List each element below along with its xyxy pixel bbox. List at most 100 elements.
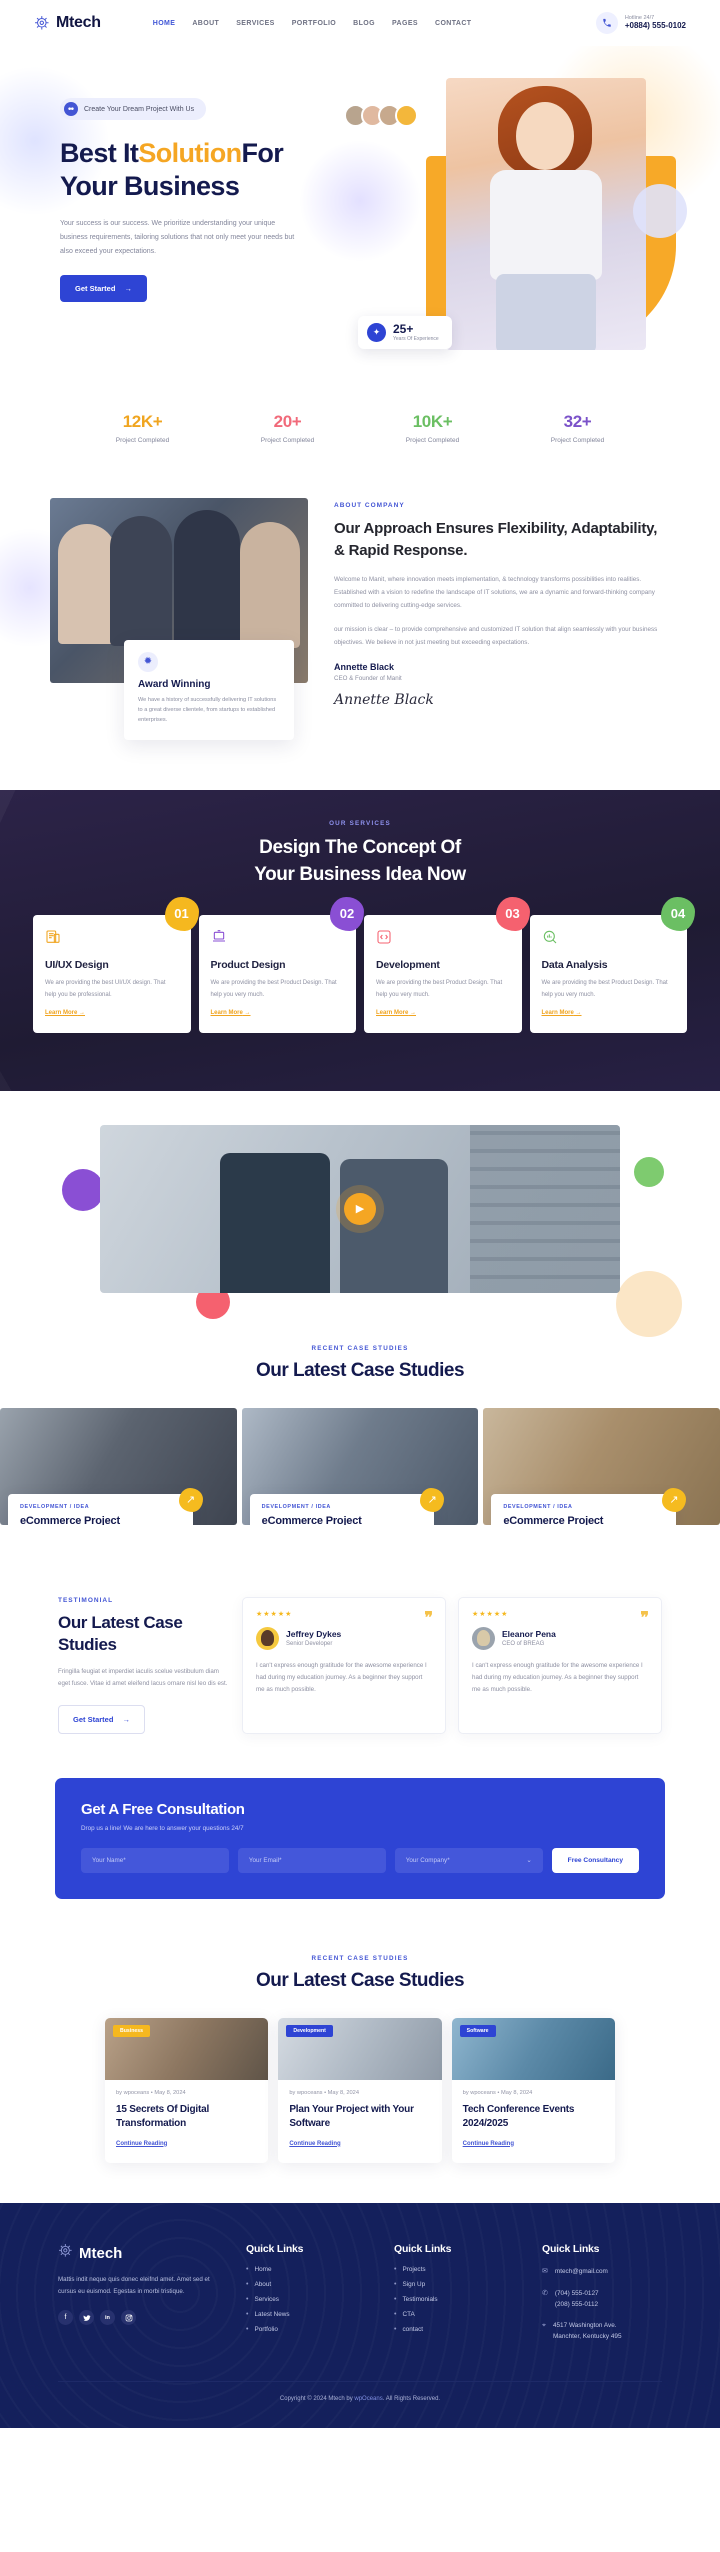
- free-consultancy-button[interactable]: Free Consultancy: [551, 1847, 640, 1873]
- bullet-icon: •: [246, 2295, 249, 2303]
- bullet-icon: •: [246, 2325, 249, 2333]
- footer-link-item[interactable]: • Latest News: [246, 2311, 366, 2318]
- testimonial-get-started-button[interactable]: Get Started →: [58, 1704, 145, 1734]
- case-studies-list: DEVELOPMENT / IDEA eCommerce Project ↗ D…: [0, 1407, 720, 1525]
- copyright-link[interactable]: wpOceans: [354, 2396, 382, 2402]
- footer-link-item[interactable]: • Testimonials: [394, 2296, 514, 2303]
- service-learn-more-link[interactable]: Learn More →: [376, 1010, 416, 1016]
- header-contact[interactable]: Hotline 24/7 +0884) 555-0102: [595, 12, 686, 34]
- play-triangle-icon[interactable]: ▶: [344, 1192, 376, 1225]
- consultation-subtext: Drop us a line! We are here to answer yo…: [81, 1824, 244, 1832]
- nav-item-about[interactable]: ABOUT: [192, 20, 219, 27]
- about-eyebrow: ABOUT COMPANY: [334, 502, 405, 509]
- blog-card[interactable]: Development by wpoceans • May 8, 2024 Pl…: [278, 2017, 442, 2163]
- footer-link-item[interactable]: • contact: [394, 2326, 514, 2333]
- case-study-tag: DEVELOPMENT / IDEA: [503, 1503, 573, 1510]
- hotline-label: Hotline 24/7: [624, 14, 655, 21]
- footer-link-item[interactable]: • Projects: [394, 2266, 514, 2273]
- footer-link-item[interactable]: • Home: [246, 2266, 366, 2273]
- hero-description: Your success is our success. We prioriti…: [60, 219, 295, 255]
- nav-item-services[interactable]: SERVICES: [236, 20, 274, 27]
- hero-title-part1: Best It: [60, 138, 139, 168]
- service-card[interactable]: 04 Data Analysis We are providing the be…: [529, 896, 695, 1033]
- footer-link-item[interactable]: • CTA: [394, 2311, 514, 2318]
- footer-link-item[interactable]: • Portfolio: [246, 2326, 366, 2333]
- video-thumbnail[interactable]: ▶: [100, 1124, 620, 1293]
- testimonial-text: I can't express enough gratitude for the…: [472, 1661, 643, 1694]
- continue-reading-link[interactable]: Continue Reading: [289, 2141, 340, 2147]
- footer-link-item[interactable]: • Sign Up: [394, 2281, 514, 2288]
- testimonial-author: Eleanor Pena CEO of BREAG: [472, 1626, 648, 1650]
- company-select[interactable]: Your Company* ⌄: [394, 1847, 543, 1873]
- case-study-card[interactable]: DEVELOPMENT / IDEA eCommerce Project ↗: [483, 1407, 720, 1525]
- site-header: Mtech HOME ABOUT SERVICES PORTFOLIO BLOG…: [0, 0, 720, 46]
- instagram-icon[interactable]: [121, 2310, 136, 2326]
- arrow-up-right-icon[interactable]: ↗: [178, 1487, 203, 1512]
- stat-item: 12K+ Project Completed: [70, 412, 215, 444]
- testimonial-name: Jeffrey Dykes: [286, 1629, 342, 1640]
- nav-item-portfolio[interactable]: PORTFOLIO: [292, 20, 336, 27]
- chevron-down-icon: ⌄: [526, 1856, 532, 1864]
- service-title: Data Analysis: [541, 958, 608, 971]
- brand-name: Mtech: [56, 14, 101, 31]
- case-study-card[interactable]: DEVELOPMENT / IDEA eCommerce Project ↗: [0, 1407, 237, 1525]
- case-study-title: eCommerce Project: [20, 1514, 120, 1525]
- service-card[interactable]: 01 UI/UX Design We are providing the bes…: [33, 896, 199, 1033]
- blog-card[interactable]: Software by wpoceans • May 8, 2024 Tech …: [451, 2017, 615, 2163]
- service-card[interactable]: 02 Product Design We are providing the b…: [198, 896, 364, 1033]
- service-learn-more-link[interactable]: Learn More →: [542, 1010, 582, 1016]
- nav-item-blog[interactable]: BLOG: [353, 20, 375, 27]
- footer-logo[interactable]: Mtech: [58, 2243, 218, 2264]
- get-started-button[interactable]: Get Started →: [60, 274, 147, 302]
- footer-link-item[interactable]: • About: [246, 2281, 366, 2288]
- nav-item-home[interactable]: HOME: [153, 20, 176, 27]
- linkedin-icon[interactable]: in: [100, 2310, 115, 2326]
- footer-column-heading: Quick Links: [394, 2242, 452, 2255]
- case-study-tag: DEVELOPMENT / IDEA: [20, 1503, 90, 1510]
- consultation-heading: Get A Free Consultation: [81, 1800, 245, 1818]
- bullet-icon: •: [246, 2265, 249, 2273]
- arrow-up-right-icon[interactable]: ↗: [661, 1487, 686, 1512]
- stat-item: 32+ Project Completed: [505, 412, 650, 444]
- arrow-up-right-icon[interactable]: ↗: [420, 1487, 445, 1512]
- hero-artwork: ✦ 25+ Years Of Experience: [344, 64, 698, 369]
- name-field[interactable]: [81, 1847, 229, 1873]
- case-study-card[interactable]: DEVELOPMENT / IDEA eCommerce Project ↗: [241, 1407, 479, 1525]
- service-learn-more-link[interactable]: Learn More →: [211, 1010, 251, 1016]
- services-heading: Design The Concept Of Your Business Idea…: [0, 835, 720, 889]
- stat-item: 20+ Project Completed: [215, 412, 360, 444]
- experience-number: 25+: [393, 321, 414, 336]
- twitter-icon[interactable]: [79, 2310, 94, 2326]
- testimonial-name: Eleanor Pena: [502, 1629, 556, 1640]
- footer-link-item[interactable]: • Services: [246, 2296, 366, 2303]
- services-section: OUR SERVICES Design The Concept Of Your …: [0, 789, 720, 1091]
- stat-value: 10K+: [412, 412, 453, 431]
- blog-meta: by wpoceans • May 8, 2024: [116, 2089, 186, 2096]
- nav-item-pages[interactable]: PAGES: [392, 20, 418, 27]
- about-heading: Our Approach Ensures Flexibility, Adapta…: [334, 520, 658, 559]
- blog-title: 15 Secrets Of Digital Transformation: [116, 2103, 210, 2130]
- footer-copyright: Copyright © 2024 Mtech by wpOceans. All …: [58, 2380, 662, 2402]
- continue-reading-link[interactable]: Continue Reading: [463, 2141, 514, 2147]
- hero-title-line2: Your Business: [60, 170, 240, 201]
- services-heading-line1: Design The Concept Of: [259, 836, 461, 858]
- service-card[interactable]: 03 Development We are providing the best…: [364, 896, 530, 1033]
- main-nav: HOME ABOUT SERVICES PORTFOLIO BLOG PAGES…: [153, 20, 472, 27]
- envelope-icon: ✉: [542, 2267, 548, 2275]
- footer-contact-email[interactable]: ✉ mtech@gmail.com: [542, 2266, 662, 2278]
- email-field[interactable]: [237, 1847, 386, 1873]
- continue-reading-link[interactable]: Continue Reading: [116, 2141, 167, 2147]
- testimonial-author: Jeffrey Dykes Senior Developer: [256, 1626, 432, 1650]
- hero-pill[interactable]: Create Your Dream Project With Us: [60, 98, 207, 120]
- testimonial-text: I can't express enough gratitude for the…: [256, 1661, 427, 1694]
- nav-item-contact[interactable]: CONTACT: [435, 20, 472, 27]
- hero-section: Create Your Dream Project With Us Best I…: [0, 46, 720, 386]
- blog-card[interactable]: Business by wpoceans • May 8, 2024 15 Se…: [105, 2017, 269, 2163]
- service-learn-more-link[interactable]: Learn More →: [45, 1010, 85, 1016]
- brand-logo[interactable]: Mtech: [34, 14, 101, 32]
- facebook-icon[interactable]: f: [58, 2310, 73, 2326]
- bullet-icon: •: [394, 2310, 397, 2318]
- decor-circle: [62, 1168, 104, 1211]
- document-layout-icon: [45, 929, 61, 949]
- footer-contact-phone[interactable]: ✆ (704) 555-0127 (208) 555-0112: [542, 2288, 662, 2310]
